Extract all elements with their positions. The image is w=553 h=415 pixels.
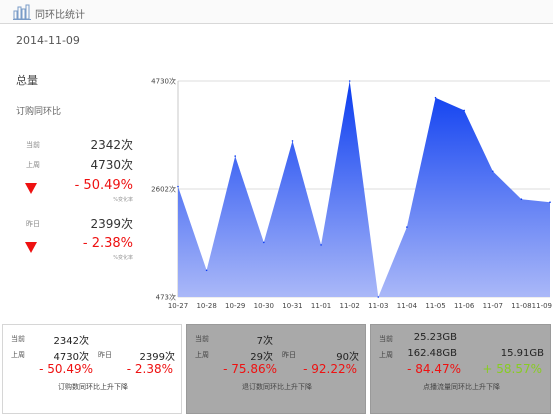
chart-y-tick-label: 2602次 (151, 184, 176, 193)
chart-x-tick-label: 10-28 (196, 302, 216, 310)
last-week-label: 上周 (26, 161, 40, 169)
chart-data-point (291, 140, 294, 142)
app-header: 同环比统计 (0, 0, 553, 24)
card-week-change: - 50.49% (39, 362, 93, 376)
card-traffic: 当前 25.23GB 上周 162.48GB 15.91GB - 84.47% + 58.5… (370, 324, 551, 414)
current-label: 当前 (26, 141, 40, 149)
card-current-value: 2342次 (53, 336, 89, 347)
chart-data-point (406, 226, 408, 228)
card-current-label: 当前 (379, 335, 393, 343)
card-yesterday-value: 90次 (336, 352, 359, 363)
chart-data-point (434, 96, 437, 99)
current-value: 2342次 (90, 138, 133, 152)
card-lastweek-value: 4730次 (53, 352, 89, 363)
chart-data-point (205, 269, 208, 272)
card-caption: 订购数同环比上升下降 (58, 383, 128, 391)
last-week-note: %变化率 (113, 197, 133, 203)
chart-x-tick-label: 10-27 (168, 302, 188, 310)
card-lastweek-label: 上周 (11, 351, 25, 359)
card-current-value: 7次 (256, 336, 273, 347)
card-current-label: 当前 (11, 335, 25, 343)
card-caption: 点播流量同环比上升下降 (423, 383, 500, 391)
card-week-change: - 84.47% (407, 362, 461, 376)
card-week-change: - 75.86% (223, 362, 277, 376)
card-caption: 退订数同环比上升下降 (242, 383, 312, 391)
card-yesterday-value: 2399次 (139, 352, 175, 363)
chart-data-point (377, 296, 380, 298)
summary-subtitle: 订购同环比 (16, 107, 62, 117)
card-yesterday-label: 昨日 (98, 351, 112, 359)
chart-x-tick-label: 11-02 (340, 302, 360, 310)
chart-x-tick-label: 11-04 (397, 302, 418, 310)
card-yesterday-label: 昨日 (282, 351, 296, 359)
card-current-value: 25.23GB (413, 332, 457, 343)
chart-x-tick-label: 10-30 (254, 302, 274, 310)
last-week-change: - 50.49% (74, 178, 133, 193)
chart-area-series (178, 81, 550, 297)
chart-x-tick-label: 10-29 (225, 302, 245, 310)
report-date: 2014-11-09 (16, 34, 80, 47)
chart-x-tick-label: 11-09 (532, 302, 552, 310)
down-arrow-icon (25, 242, 37, 253)
down-arrow-icon (25, 183, 37, 194)
card-day-change: + 58.57% (482, 362, 542, 376)
summary-title: 总量 (16, 74, 38, 87)
card-lastweek-value: 29次 (250, 352, 273, 363)
chart-x-tick-label: 11-05 (425, 302, 445, 310)
card-yesterday-value: 15.91GB (500, 348, 544, 359)
chart-data-point (177, 185, 179, 188)
card-day-change: - 92.22% (303, 362, 357, 376)
chart-data-point (234, 155, 236, 157)
last-week-value: 4730次 (90, 158, 133, 172)
yesterday-note: %变化率 (113, 255, 133, 261)
yesterday-label: 昨日 (26, 220, 40, 228)
card-current-label: 当前 (195, 335, 209, 343)
yesterday-value: 2399次 (90, 217, 133, 231)
chart-data-point (549, 201, 551, 203)
chart-x-tick-label: 11-01 (311, 302, 331, 310)
card-lastweek-label: 上周 (379, 351, 393, 359)
card-orders: 当前 2342次上周 4730次 昨日 2399次 - 50.49% - 2.38% 订购数同… (2, 324, 182, 414)
chart-x-tick-label: 11-08 (511, 302, 531, 310)
trend-area-chart: 473次 2602次 4730次 10-27 10-28 10-29 10-30 10-31… (151, 77, 552, 311)
building-chart-icon (13, 4, 31, 20)
chart-data-point (348, 80, 351, 82)
chart-data-point (520, 198, 523, 200)
app-root: 同环比统计 2014-11-09 总量 订购同环比 当前 2342次 上周 47… (0, 0, 553, 415)
card-unsubscribes: 当前 7次上周 29次 昨日 90次 - 75.86% - 92.22% 退订数同环比上升下降 (186, 324, 366, 414)
chart-data-point (320, 244, 322, 246)
chart-data-point (263, 241, 265, 244)
chart-data-point (492, 170, 494, 173)
chart-y-tick-label: 4730次 (151, 77, 176, 86)
card-day-change: - 2.38% (126, 362, 173, 376)
header-title: 同环比统计 (35, 10, 85, 21)
chart-x-tick-label: 11-07 (483, 302, 503, 310)
chart-y-tick-label: 473次 (156, 293, 176, 302)
card-lastweek-value: 162.48GB (407, 348, 457, 359)
chart-x-tick-label: 11-03 (368, 302, 388, 310)
yesterday-change: - 2.38% (82, 236, 133, 251)
chart-x-tick-label: 11-06 (454, 302, 475, 310)
chart-x-tick-label: 10-31 (282, 302, 302, 310)
chart-data-point (463, 109, 466, 112)
card-lastweek-label: 上周 (195, 351, 209, 359)
